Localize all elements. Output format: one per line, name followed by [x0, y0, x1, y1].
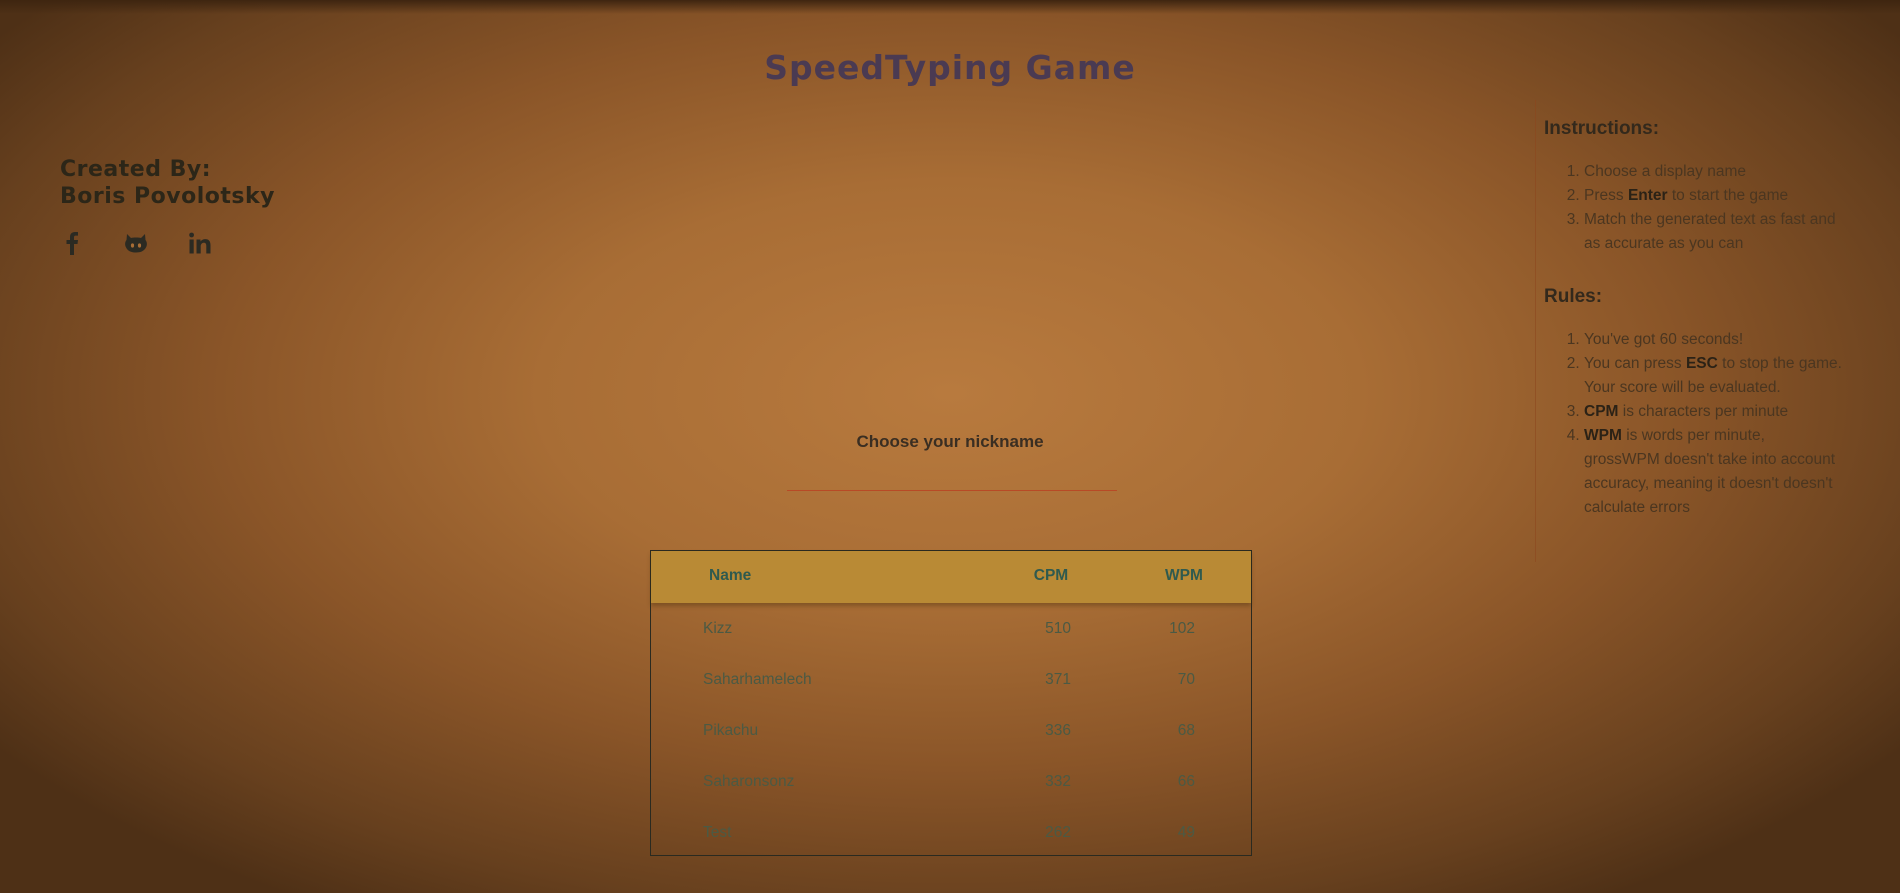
table-row: Saharhamelech 371 70 — [651, 654, 1251, 705]
page-title: SpeedTyping Game — [764, 48, 1136, 87]
table-header: Name CPM WPM — [651, 551, 1251, 603]
row-wpm: 68 — [1177, 722, 1195, 739]
row-wpm: 49 — [1177, 824, 1195, 841]
row-name: Kizz — [703, 620, 733, 637]
table-row: Saharonsonz 332 66 — [651, 756, 1251, 807]
leaderboard-table: Name CPM WPM Kizz 510 102 Saharhamelech … — [650, 550, 1252, 856]
facebook-icon — [66, 232, 78, 255]
top-shadow — [0, 0, 1900, 14]
table-row: Test 262 49 — [651, 807, 1251, 858]
instructions-panel: Instructions: Choose a display name Pres… — [1535, 100, 1844, 562]
nickname-input[interactable] — [787, 458, 1117, 491]
column-header-name: Name — [709, 567, 752, 584]
rules-heading: Rules: — [1544, 286, 1603, 307]
rule-item: CPM is characters per minute — [1584, 400, 1844, 424]
instructions-heading: Instructions: — [1544, 118, 1660, 139]
github-icon — [125, 234, 147, 253]
linkedin-link[interactable] — [188, 229, 212, 257]
row-name: Pikachu — [703, 722, 759, 739]
column-header-wpm: WPM — [1165, 567, 1203, 584]
column-header-cpm: CPM — [1033, 567, 1069, 584]
nickname-label: Choose your nickname — [856, 432, 1044, 451]
social-links — [60, 229, 212, 257]
instructions-list: Choose a display name Press Enter to sta… — [1544, 160, 1844, 256]
row-name: Test — [703, 824, 732, 841]
table-row: Pikachu 336 68 — [651, 705, 1251, 756]
rules-list: You've got 60 seconds! You can press ESC… — [1544, 328, 1844, 520]
table-row: Kizz 510 102 — [651, 603, 1251, 654]
rule-item: You can press ESC to stop the game. Your… — [1584, 352, 1844, 400]
row-cpm: 510 — [1045, 620, 1071, 637]
row-name: Saharonsonz — [703, 773, 795, 790]
author-name: Boris Povolotsky — [60, 184, 275, 209]
row-wpm: 70 — [1177, 671, 1195, 688]
row-wpm: 102 — [1169, 620, 1195, 637]
instruction-item: Match the generated text as fast and as … — [1584, 208, 1844, 256]
instruction-item: Press Enter to start the game — [1584, 184, 1844, 208]
row-cpm: 336 — [1045, 722, 1071, 739]
author-credit: Created By: Boris Povolotsky — [60, 156, 275, 210]
instruction-item: Choose a display name — [1584, 160, 1844, 184]
row-cpm: 262 — [1045, 824, 1071, 841]
facebook-link[interactable] — [60, 229, 84, 257]
row-cpm: 371 — [1045, 671, 1071, 688]
row-wpm: 66 — [1177, 773, 1195, 790]
row-cpm: 332 — [1045, 773, 1071, 790]
rule-item: You've got 60 seconds! — [1584, 328, 1844, 352]
linkedin-icon — [189, 232, 211, 254]
author-label: Created By: — [60, 157, 212, 182]
row-name: Saharhamelech — [703, 671, 812, 688]
github-link[interactable] — [124, 229, 148, 257]
